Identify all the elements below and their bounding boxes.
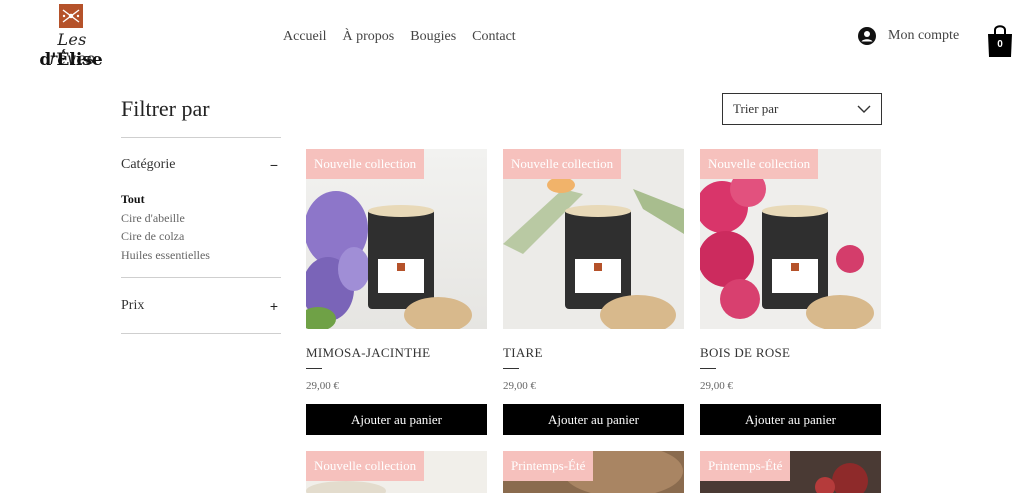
filter-category-label[interactable]: Catégorie	[121, 157, 175, 173]
product-card: Nouvelle collection	[306, 451, 487, 493]
nav-item-accueil[interactable]: Accueil	[283, 29, 327, 45]
sort-label: Trier par	[733, 101, 779, 116]
product-image[interactable]: Nouvelle collection	[700, 149, 881, 329]
product-badge: Nouvelle collection	[306, 149, 425, 179]
filter-price-label[interactable]: Prix	[121, 298, 144, 314]
brand-name-line2: d'Élise	[39, 50, 103, 70]
sort-dropdown[interactable]: Trier par	[722, 93, 882, 125]
divider	[121, 333, 281, 334]
product-badge: Nouvelle collection	[306, 451, 425, 481]
filter-category-collapse-icon[interactable]: −	[266, 157, 282, 173]
account-label: Mon compte	[888, 28, 960, 43]
product-card: Nouvelle collection BOIS DE ROSE 29,00 €…	[700, 149, 881, 439]
product-badge: Printemps-Été	[503, 451, 594, 481]
product-badge: Nouvelle collection	[503, 149, 622, 179]
product-image[interactable]: Printemps-Été	[700, 451, 881, 493]
user-icon	[858, 27, 876, 45]
divider	[306, 368, 322, 369]
category-item-tout[interactable]: Tout	[121, 190, 210, 209]
divider	[503, 368, 519, 369]
product-price: 29,00 €	[700, 380, 733, 392]
add-to-cart-button[interactable]: Ajouter au panier	[700, 404, 881, 435]
chevron-down-icon	[857, 105, 871, 113]
product-price: 29,00 €	[306, 380, 339, 392]
product-badge: Printemps-Été	[700, 451, 791, 481]
brand-emblem-icon	[59, 4, 83, 28]
category-item-cire-colza[interactable]: Cire de colza	[121, 227, 210, 246]
divider	[121, 277, 281, 278]
product-image[interactable]: Nouvelle collection	[306, 149, 487, 329]
nav-item-bougies[interactable]: Bougies	[410, 29, 456, 45]
product-price: 29,00 €	[503, 380, 536, 392]
nav-item-a-propos[interactable]: À propos	[343, 29, 395, 45]
product-card: Printemps-Été	[700, 451, 881, 493]
product-image[interactable]: Nouvelle collection	[503, 149, 684, 329]
product-badge: Nouvelle collection	[700, 149, 819, 179]
divider	[700, 368, 716, 369]
add-to-cart-button[interactable]: Ajouter au panier	[306, 404, 487, 435]
product-card: Printemps-Été	[503, 451, 684, 493]
category-item-cire-abeille[interactable]: Cire d'abeille	[121, 209, 210, 228]
product-card: Nouvelle collection MIMOSA-JACINTHE 29,0…	[306, 149, 487, 439]
filter-price-expand-icon[interactable]: +	[266, 298, 282, 314]
main-nav: Accueil À propos Bougies Contact	[283, 29, 516, 45]
product-image[interactable]: Printemps-Été	[503, 451, 684, 493]
nav-item-contact[interactable]: Contact	[472, 29, 516, 45]
product-name[interactable]: TIARE	[503, 345, 543, 361]
add-to-cart-button[interactable]: Ajouter au panier	[503, 404, 684, 435]
category-list: Tout Cire d'abeille Cire de colza Huiles…	[121, 190, 210, 264]
product-name[interactable]: BOIS DE ROSE	[700, 345, 790, 361]
cart-button[interactable]: 0	[987, 22, 1013, 58]
account-link[interactable]: Mon compte	[858, 27, 959, 45]
product-card: Nouvelle collection TIARE 29,00 € Ajoute…	[503, 149, 684, 439]
product-name[interactable]: MIMOSA-JACINTHE	[306, 345, 430, 361]
cart-count: 0	[997, 39, 1003, 50]
category-item-huiles-essentielles[interactable]: Huiles essentielles	[121, 246, 210, 265]
brand-logo[interactable]: Les rêves d'Élise	[34, 4, 108, 74]
filter-title: Filtrer par	[121, 96, 210, 121]
product-image[interactable]: Nouvelle collection	[306, 451, 487, 493]
divider	[121, 137, 281, 138]
